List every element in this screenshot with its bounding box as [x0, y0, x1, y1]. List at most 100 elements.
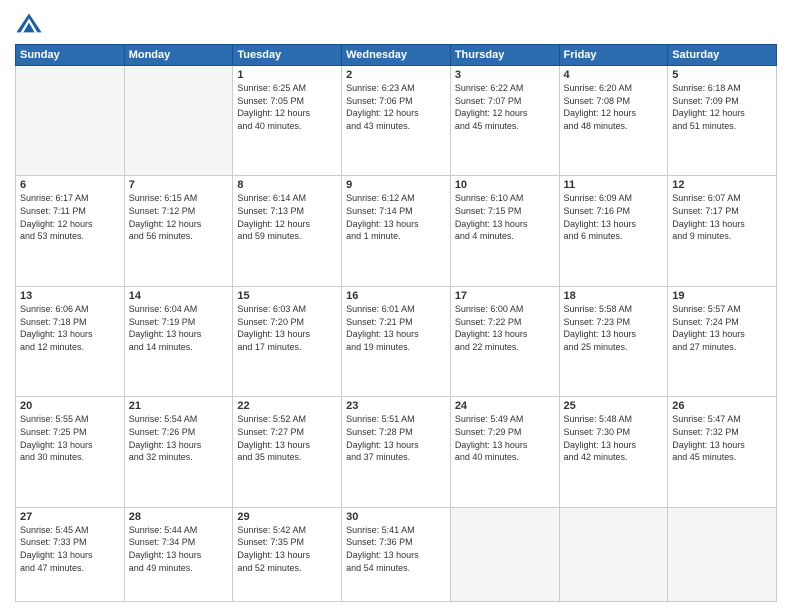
- day-info: Sunrise: 6:04 AM Sunset: 7:19 PM Dayligh…: [129, 303, 229, 353]
- calendar-header: SundayMondayTuesdayWednesdayThursdayFrid…: [16, 45, 777, 66]
- day-number: 23: [346, 400, 446, 412]
- logo: [15, 10, 47, 38]
- calendar-day-cell: 13Sunrise: 6:06 AM Sunset: 7:18 PM Dayli…: [16, 286, 125, 396]
- day-info: Sunrise: 6:17 AM Sunset: 7:11 PM Dayligh…: [20, 192, 120, 242]
- calendar-day-cell: 26Sunrise: 5:47 AM Sunset: 7:32 PM Dayli…: [668, 397, 777, 507]
- day-number: 16: [346, 290, 446, 302]
- calendar-day-cell: 19Sunrise: 5:57 AM Sunset: 7:24 PM Dayli…: [668, 286, 777, 396]
- calendar-day-cell: 14Sunrise: 6:04 AM Sunset: 7:19 PM Dayli…: [124, 286, 233, 396]
- calendar-body: 1Sunrise: 6:25 AM Sunset: 7:05 PM Daylig…: [16, 66, 777, 602]
- calendar-day-cell: 30Sunrise: 5:41 AM Sunset: 7:36 PM Dayli…: [342, 507, 451, 601]
- calendar-day-cell: 28Sunrise: 5:44 AM Sunset: 7:34 PM Dayli…: [124, 507, 233, 601]
- weekday-header: Saturday: [668, 45, 777, 66]
- day-info: Sunrise: 5:57 AM Sunset: 7:24 PM Dayligh…: [672, 303, 772, 353]
- day-info: Sunrise: 6:23 AM Sunset: 7:06 PM Dayligh…: [346, 82, 446, 132]
- day-info: Sunrise: 6:15 AM Sunset: 7:12 PM Dayligh…: [129, 192, 229, 242]
- calendar-day-cell: 22Sunrise: 5:52 AM Sunset: 7:27 PM Dayli…: [233, 397, 342, 507]
- calendar-day-cell: 17Sunrise: 6:00 AM Sunset: 7:22 PM Dayli…: [450, 286, 559, 396]
- header: [15, 10, 777, 38]
- day-info: Sunrise: 5:54 AM Sunset: 7:26 PM Dayligh…: [129, 413, 229, 463]
- day-number: 3: [455, 69, 555, 81]
- day-info: Sunrise: 6:18 AM Sunset: 7:09 PM Dayligh…: [672, 82, 772, 132]
- calendar-day-cell: [16, 66, 125, 176]
- calendar-day-cell: 5Sunrise: 6:18 AM Sunset: 7:09 PM Daylig…: [668, 66, 777, 176]
- calendar-day-cell: 3Sunrise: 6:22 AM Sunset: 7:07 PM Daylig…: [450, 66, 559, 176]
- calendar-day-cell: 7Sunrise: 6:15 AM Sunset: 7:12 PM Daylig…: [124, 176, 233, 286]
- day-number: 4: [564, 69, 664, 81]
- day-number: 1: [237, 69, 337, 81]
- calendar-day-cell: 16Sunrise: 6:01 AM Sunset: 7:21 PM Dayli…: [342, 286, 451, 396]
- day-number: 26: [672, 400, 772, 412]
- calendar-day-cell: 20Sunrise: 5:55 AM Sunset: 7:25 PM Dayli…: [16, 397, 125, 507]
- calendar-day-cell: 9Sunrise: 6:12 AM Sunset: 7:14 PM Daylig…: [342, 176, 451, 286]
- calendar-day-cell: 8Sunrise: 6:14 AM Sunset: 7:13 PM Daylig…: [233, 176, 342, 286]
- day-info: Sunrise: 6:20 AM Sunset: 7:08 PM Dayligh…: [564, 82, 664, 132]
- day-number: 11: [564, 179, 664, 191]
- day-info: Sunrise: 6:14 AM Sunset: 7:13 PM Dayligh…: [237, 192, 337, 242]
- day-number: 12: [672, 179, 772, 191]
- day-info: Sunrise: 5:51 AM Sunset: 7:28 PM Dayligh…: [346, 413, 446, 463]
- day-number: 7: [129, 179, 229, 191]
- day-number: 30: [346, 511, 446, 523]
- day-number: 10: [455, 179, 555, 191]
- calendar-day-cell: 15Sunrise: 6:03 AM Sunset: 7:20 PM Dayli…: [233, 286, 342, 396]
- calendar-day-cell: 10Sunrise: 6:10 AM Sunset: 7:15 PM Dayli…: [450, 176, 559, 286]
- calendar-day-cell: 27Sunrise: 5:45 AM Sunset: 7:33 PM Dayli…: [16, 507, 125, 601]
- day-number: 6: [20, 179, 120, 191]
- day-number: 22: [237, 400, 337, 412]
- day-number: 14: [129, 290, 229, 302]
- calendar-week-row: 13Sunrise: 6:06 AM Sunset: 7:18 PM Dayli…: [16, 286, 777, 396]
- day-number: 13: [20, 290, 120, 302]
- weekday-header: Tuesday: [233, 45, 342, 66]
- weekday-header-row: SundayMondayTuesdayWednesdayThursdayFrid…: [16, 45, 777, 66]
- day-number: 8: [237, 179, 337, 191]
- day-info: Sunrise: 5:44 AM Sunset: 7:34 PM Dayligh…: [129, 524, 229, 574]
- day-number: 29: [237, 511, 337, 523]
- page: SundayMondayTuesdayWednesdayThursdayFrid…: [0, 0, 792, 612]
- weekday-header: Friday: [559, 45, 668, 66]
- calendar-day-cell: [559, 507, 668, 601]
- day-info: Sunrise: 5:55 AM Sunset: 7:25 PM Dayligh…: [20, 413, 120, 463]
- day-info: Sunrise: 6:01 AM Sunset: 7:21 PM Dayligh…: [346, 303, 446, 353]
- calendar-week-row: 6Sunrise: 6:17 AM Sunset: 7:11 PM Daylig…: [16, 176, 777, 286]
- calendar-day-cell: 24Sunrise: 5:49 AM Sunset: 7:29 PM Dayli…: [450, 397, 559, 507]
- day-number: 19: [672, 290, 772, 302]
- calendar-week-row: 20Sunrise: 5:55 AM Sunset: 7:25 PM Dayli…: [16, 397, 777, 507]
- day-info: Sunrise: 5:42 AM Sunset: 7:35 PM Dayligh…: [237, 524, 337, 574]
- calendar-day-cell: [124, 66, 233, 176]
- day-info: Sunrise: 6:03 AM Sunset: 7:20 PM Dayligh…: [237, 303, 337, 353]
- calendar-table: SundayMondayTuesdayWednesdayThursdayFrid…: [15, 44, 777, 602]
- day-info: Sunrise: 5:41 AM Sunset: 7:36 PM Dayligh…: [346, 524, 446, 574]
- day-number: 17: [455, 290, 555, 302]
- weekday-header: Sunday: [16, 45, 125, 66]
- day-number: 2: [346, 69, 446, 81]
- calendar-day-cell: 4Sunrise: 6:20 AM Sunset: 7:08 PM Daylig…: [559, 66, 668, 176]
- day-number: 20: [20, 400, 120, 412]
- day-number: 24: [455, 400, 555, 412]
- calendar-day-cell: 18Sunrise: 5:58 AM Sunset: 7:23 PM Dayli…: [559, 286, 668, 396]
- day-info: Sunrise: 6:12 AM Sunset: 7:14 PM Dayligh…: [346, 192, 446, 242]
- day-info: Sunrise: 5:47 AM Sunset: 7:32 PM Dayligh…: [672, 413, 772, 463]
- calendar-day-cell: 12Sunrise: 6:07 AM Sunset: 7:17 PM Dayli…: [668, 176, 777, 286]
- calendar-day-cell: 1Sunrise: 6:25 AM Sunset: 7:05 PM Daylig…: [233, 66, 342, 176]
- logo-icon: [15, 10, 43, 38]
- weekday-header: Monday: [124, 45, 233, 66]
- calendar-week-row: 27Sunrise: 5:45 AM Sunset: 7:33 PM Dayli…: [16, 507, 777, 601]
- day-number: 25: [564, 400, 664, 412]
- calendar-day-cell: [450, 507, 559, 601]
- day-number: 27: [20, 511, 120, 523]
- day-info: Sunrise: 5:58 AM Sunset: 7:23 PM Dayligh…: [564, 303, 664, 353]
- calendar-day-cell: 21Sunrise: 5:54 AM Sunset: 7:26 PM Dayli…: [124, 397, 233, 507]
- weekday-header: Thursday: [450, 45, 559, 66]
- day-info: Sunrise: 6:00 AM Sunset: 7:22 PM Dayligh…: [455, 303, 555, 353]
- day-info: Sunrise: 6:10 AM Sunset: 7:15 PM Dayligh…: [455, 192, 555, 242]
- day-info: Sunrise: 5:52 AM Sunset: 7:27 PM Dayligh…: [237, 413, 337, 463]
- day-number: 5: [672, 69, 772, 81]
- day-info: Sunrise: 6:09 AM Sunset: 7:16 PM Dayligh…: [564, 192, 664, 242]
- calendar-day-cell: 2Sunrise: 6:23 AM Sunset: 7:06 PM Daylig…: [342, 66, 451, 176]
- day-info: Sunrise: 6:07 AM Sunset: 7:17 PM Dayligh…: [672, 192, 772, 242]
- day-info: Sunrise: 6:22 AM Sunset: 7:07 PM Dayligh…: [455, 82, 555, 132]
- calendar-day-cell: 25Sunrise: 5:48 AM Sunset: 7:30 PM Dayli…: [559, 397, 668, 507]
- calendar-day-cell: 29Sunrise: 5:42 AM Sunset: 7:35 PM Dayli…: [233, 507, 342, 601]
- calendar-day-cell: [668, 507, 777, 601]
